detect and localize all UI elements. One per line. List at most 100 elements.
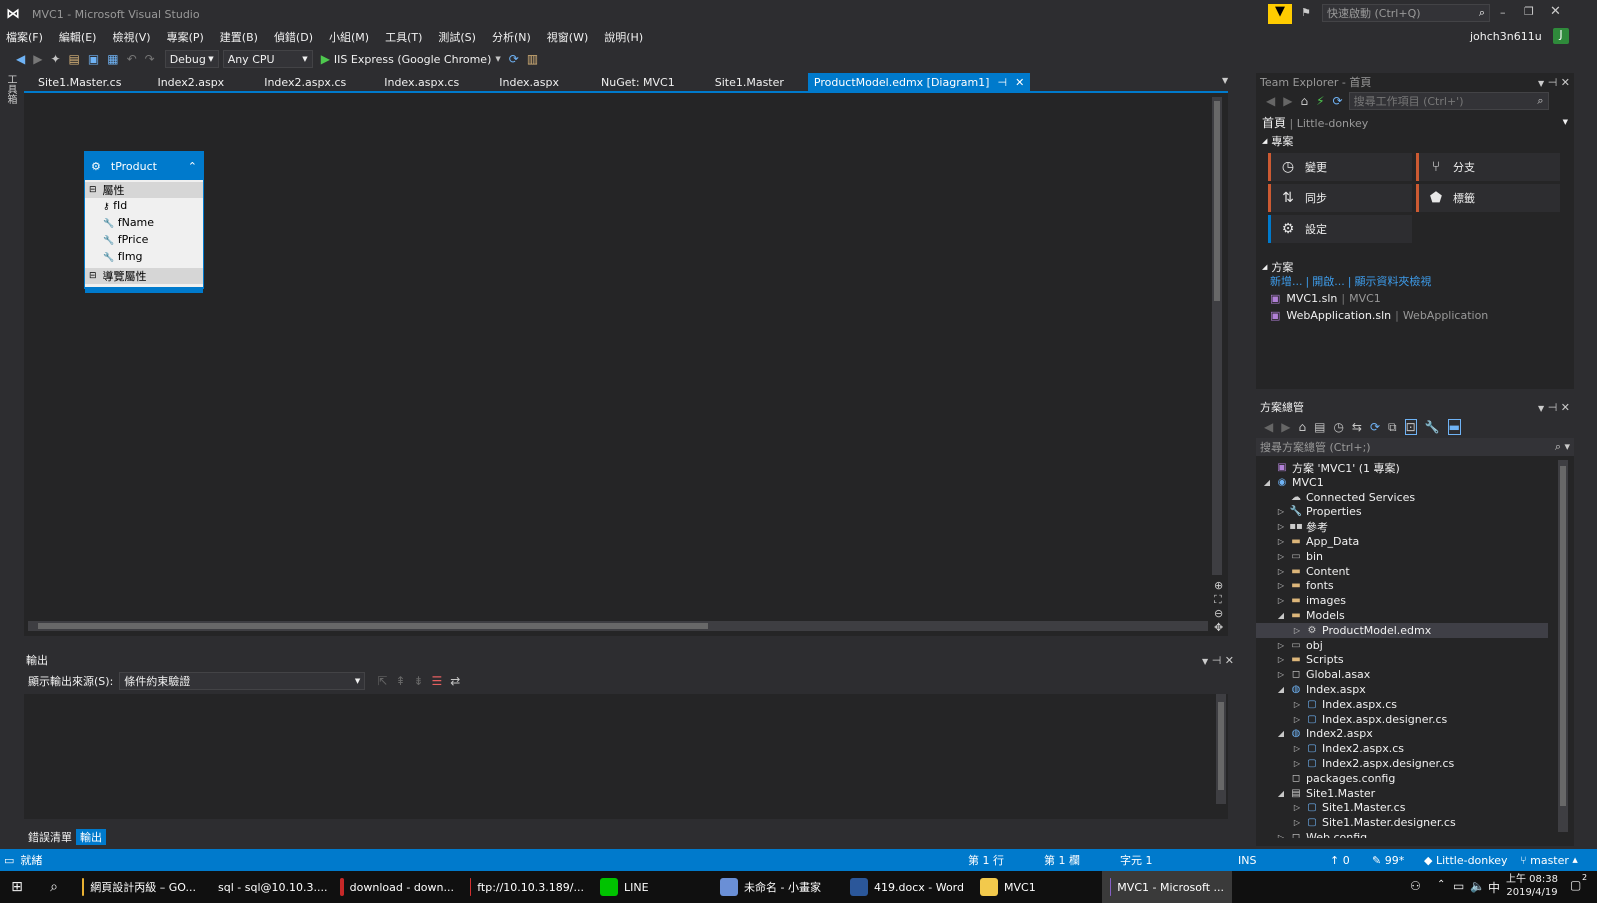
back-icon[interactable]: ◀ — [16, 52, 25, 66]
people-icon[interactable]: ⚇ — [1410, 879, 1421, 893]
solution-vertical-scrollbar[interactable] — [1558, 460, 1568, 832]
save-icon[interactable]: ▣ — [88, 52, 99, 66]
close-icon[interactable]: ✕ — [1561, 401, 1570, 414]
tab-index2-aspx[interactable]: Index2.aspx — [135, 73, 246, 91]
pin-icon[interactable]: ⊣ — [997, 76, 1007, 89]
home-icon[interactable]: ⌂ — [1298, 420, 1306, 434]
run-target-button[interactable]: IIS Express (Google Chrome) — [334, 53, 491, 66]
collapsed-arrow-icon[interactable]: ▷ — [1274, 567, 1288, 576]
tree-item[interactable]: ▷ ▭ bin — [1256, 549, 1548, 564]
toolbox-rail[interactable]: 工具箱 — [4, 74, 18, 104]
tree-item[interactable]: ▷ ▢ Index2.aspx.cs — [1256, 741, 1548, 756]
clock[interactable]: 上午 08:38 2019/4/19 — [1506, 873, 1558, 899]
menu-debug[interactable]: 偵錯(D) — [274, 29, 313, 45]
tree-item[interactable]: ▷ ▬ fonts — [1256, 578, 1548, 593]
pin-icon[interactable]: ⊣ — [1212, 654, 1222, 667]
taskbar-app[interactable]: sql - sql@10.10.3.... — [204, 871, 332, 903]
nav-properties-section[interactable]: ⊟ 導覽屬性 — [85, 268, 203, 284]
entity-tproduct[interactable]: ⚙ tProduct ⌃ ⊟ 屬性 ⚷ fId 🔧 fName 🔧 fPrice … — [84, 151, 204, 293]
properties-wrench-icon[interactable]: 🔧 — [1425, 420, 1440, 434]
diagram-icon[interactable]: ▥ — [527, 52, 538, 66]
tree-item[interactable]: ◢ ◉ MVC1 — [1256, 475, 1548, 490]
platform-dropdown[interactable]: Any CPU ▼ — [222, 50, 313, 68]
config-dropdown[interactable]: Debug ▼ — [164, 50, 219, 68]
redo-icon[interactable]: ↷ — [145, 52, 155, 66]
menu-window[interactable]: 視窗(W) — [547, 29, 588, 45]
user-avatar[interactable]: J — [1553, 28, 1569, 44]
taskbar-app[interactable]: MVC1 — [972, 871, 1102, 903]
forward-icon[interactable]: ▶ — [33, 52, 42, 66]
pin-icon[interactable]: ⊣ — [1548, 401, 1558, 414]
switch-views-icon[interactable]: ▤ — [1314, 420, 1325, 434]
home-icon[interactable]: ⌂ — [1300, 94, 1308, 108]
pan-icon[interactable]: ✥ — [1214, 621, 1223, 634]
feedback-icon[interactable]: ⚑ — [1301, 6, 1311, 19]
property-row[interactable]: 🔧 fPrice — [103, 232, 203, 249]
pane-menu-icon[interactable]: ▼ — [1202, 657, 1208, 666]
tab-site1-master[interactable]: Site1.Master — [697, 73, 808, 91]
volume-icon[interactable]: 🔈 — [1470, 879, 1485, 893]
quick-launch-input[interactable]: 快速啟動 (Ctrl+Q) ⌕ — [1322, 4, 1490, 22]
tile-branches[interactable]: ⑂ 分支 — [1416, 153, 1560, 181]
designer-horizontal-scrollbar[interactable] — [28, 621, 1208, 631]
clear-all-icon[interactable]: ☰ — [431, 674, 442, 688]
tree-item[interactable]: ◢ ▤ Site1.Master — [1256, 786, 1548, 801]
forward-icon[interactable]: ▶ — [1283, 94, 1292, 108]
collapsed-arrow-icon[interactable]: ▷ — [1290, 715, 1304, 724]
chevron-down-icon[interactable]: ▼ — [1563, 118, 1568, 126]
refresh-icon[interactable]: ⟳ — [1333, 94, 1343, 108]
tile-changes[interactable]: ◷ 變更 — [1268, 153, 1412, 181]
back-icon[interactable]: ◀ — [1264, 420, 1273, 434]
tree-item[interactable]: ▷ ▢ Site1.Master.designer.cs — [1256, 815, 1548, 830]
tree-item[interactable]: ▷ ◻ Global.asax — [1256, 667, 1548, 682]
save-all-icon[interactable]: ▦ — [107, 52, 118, 66]
pane-menu-icon[interactable]: ▼ — [1538, 404, 1544, 413]
output-vertical-scrollbar[interactable] — [1216, 694, 1226, 804]
expanded-arrow-icon[interactable]: ◢ — [1274, 685, 1288, 694]
work-item-search-input[interactable]: 搜尋工作項目 (Ctrl+') ⌕ — [1348, 92, 1549, 110]
tree-item[interactable]: ☁ Connected Services — [1256, 490, 1548, 505]
restore-button[interactable]: ❐ — [1524, 5, 1534, 18]
property-row[interactable]: ⚷ fId — [103, 198, 203, 215]
entity-header[interactable]: ⚙ tProduct ⌃ — [85, 152, 203, 180]
taskbar-app[interactable]: download - down... — [332, 871, 462, 903]
property-row[interactable]: 🔧 fImg — [103, 249, 203, 266]
taskbar-app[interactable]: 未命名 - 小畫家 — [712, 871, 842, 903]
chevron-down-icon[interactable]: ▼ — [495, 55, 500, 63]
collapsed-arrow-icon[interactable]: ▷ — [1274, 537, 1288, 546]
te-section-project[interactable]: ◢ 專案 — [1256, 133, 1574, 149]
collapsed-arrow-icon[interactable]: ▷ — [1290, 744, 1304, 753]
collapsed-arrow-icon[interactable]: ▷ — [1274, 833, 1288, 838]
zoom-in-icon[interactable]: ⊕ — [1214, 579, 1223, 592]
sync-active-icon[interactable]: ⇆ — [1352, 420, 1362, 434]
tab-index-aspx-cs[interactable]: Index.aspx.cs — [364, 73, 479, 91]
filter-icon[interactable]: ▼ — [1268, 4, 1292, 24]
new-solution-link[interactable]: 新增... — [1270, 273, 1303, 289]
tree-item[interactable]: ◢ ◍ Index.aspx — [1256, 682, 1548, 697]
preview-icon[interactable]: ▬ — [1447, 419, 1461, 435]
close-tab-icon[interactable]: ✕ — [1015, 76, 1024, 89]
tab-overflow-icon[interactable]: ▼ — [1222, 76, 1228, 85]
property-row[interactable]: 🔧 fName — [103, 215, 203, 232]
repo-selector[interactable]: ◆ Little-donkey — [1424, 854, 1508, 867]
tile-sync[interactable]: ⇅ 同步 — [1268, 184, 1412, 212]
collapse-all-icon[interactable]: ⧉ — [1388, 420, 1397, 435]
tree-item[interactable]: ◢ ◍ Index2.aspx — [1256, 726, 1548, 741]
tab-error-list[interactable]: 錯誤清單 — [24, 829, 76, 845]
forward-icon[interactable]: ▶ — [1281, 420, 1290, 434]
tree-item[interactable]: ▷ 🔧 Properties — [1256, 504, 1548, 519]
word-wrap-icon[interactable]: ⇄ — [450, 674, 460, 688]
solution-search-input[interactable]: 搜尋方案總管 (Ctrl+;) ⌕ ▾ — [1256, 438, 1574, 456]
windows-start-icon[interactable]: ⊞ — [0, 879, 34, 895]
zoom-out-icon[interactable]: ⊖ — [1214, 607, 1223, 620]
new-project-icon[interactable]: ✦ — [50, 52, 60, 66]
open-solution-link[interactable]: 開啟... — [1312, 273, 1345, 289]
collapsed-arrow-icon[interactable]: ▷ — [1274, 641, 1288, 650]
browser-link-icon[interactable]: ⟳ — [509, 52, 519, 66]
tree-item[interactable]: ▣ 方案 'MVC1' (1 專案) — [1256, 460, 1548, 475]
collapse-icon[interactable]: ⌃ — [188, 160, 197, 173]
tray-chevron-icon[interactable]: ⌃ — [1437, 879, 1445, 890]
pane-menu-icon[interactable]: ▼ — [1538, 79, 1544, 88]
undo-icon[interactable]: ↶ — [127, 52, 137, 66]
output-text-area[interactable] — [24, 694, 1228, 819]
